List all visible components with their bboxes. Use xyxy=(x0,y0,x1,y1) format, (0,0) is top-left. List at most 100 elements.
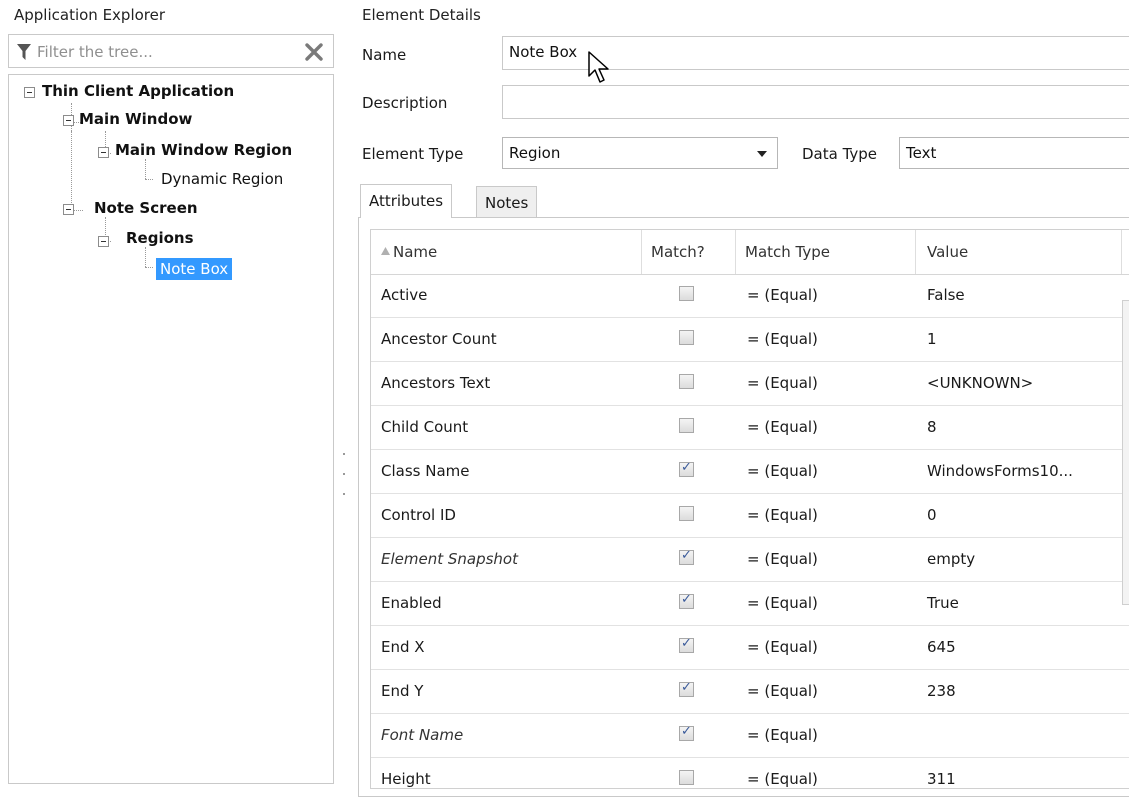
element-type-value: Region xyxy=(509,144,561,162)
data-type-dropdown[interactable]: Text xyxy=(899,137,1129,169)
element-type-dropdown[interactable]: Region xyxy=(502,137,778,169)
table-row[interactable]: Height = (Equal) 311 xyxy=(371,758,1129,788)
attribute-name: Class Name xyxy=(381,462,470,480)
tree-filter-box xyxy=(8,34,334,68)
match-checkbox[interactable] xyxy=(679,724,694,741)
match-type-cell[interactable]: = (Equal) xyxy=(747,462,818,480)
attribute-name: Control ID xyxy=(381,506,456,524)
column-header-match-type[interactable]: Match Type xyxy=(745,243,830,261)
description-field[interactable] xyxy=(502,85,1129,119)
tree-node-main-window-region[interactable]: Main Window Region xyxy=(115,141,329,159)
match-checkbox[interactable] xyxy=(679,374,694,389)
attribute-value[interactable]: <UNKNOWN> xyxy=(927,374,1033,392)
tree-node-regions[interactable]: Regions xyxy=(126,229,194,247)
attribute-value[interactable]: 8 xyxy=(927,418,937,436)
tree-node-note-box[interactable]: Note Box xyxy=(156,258,233,280)
attribute-name: Ancestors Text xyxy=(381,374,491,392)
table-row[interactable]: Class Name = (Equal) WindowsForms10... xyxy=(371,450,1129,494)
match-checkbox[interactable] xyxy=(679,636,694,653)
match-checkbox[interactable] xyxy=(679,418,694,433)
match-checkbox[interactable] xyxy=(679,770,694,785)
match-type-cell[interactable]: = (Equal) xyxy=(747,286,818,304)
attribute-name: Font Name xyxy=(381,726,464,744)
match-checkbox[interactable] xyxy=(679,286,694,301)
element-type-label: Element Type xyxy=(362,145,464,163)
attribute-name: Enabled xyxy=(381,594,442,612)
name-label: Name xyxy=(362,46,407,64)
table-row[interactable]: Element Snapshot = (Equal) empty xyxy=(371,538,1129,582)
match-checkbox[interactable] xyxy=(679,506,694,521)
match-checkbox[interactable] xyxy=(679,680,694,697)
attribute-name: End Y xyxy=(381,682,424,700)
table-row[interactable]: End Y = (Equal) 238 xyxy=(371,670,1129,714)
match-type-cell[interactable]: = (Equal) xyxy=(747,330,818,348)
table-row[interactable]: Ancestor Count = (Equal) 1 xyxy=(371,318,1129,362)
column-header-value[interactable]: Value xyxy=(927,243,968,261)
tree-filter-input[interactable] xyxy=(35,40,289,64)
tree-collapse-toggle[interactable] xyxy=(98,236,109,247)
match-type-cell[interactable]: = (Equal) xyxy=(747,770,818,788)
match-checkbox[interactable] xyxy=(679,592,694,609)
attribute-value[interactable]: 238 xyxy=(927,682,956,700)
panel-splitter[interactable] xyxy=(343,453,347,497)
table-row[interactable]: Ancestors Text = (Equal) <UNKNOWN> xyxy=(371,362,1129,406)
attribute-name: Active xyxy=(381,286,428,304)
table-row[interactable]: Font Name = (Equal) xyxy=(371,714,1129,758)
attribute-value[interactable]: True xyxy=(927,594,959,612)
tree-collapse-toggle[interactable] xyxy=(24,87,35,98)
attribute-name: End X xyxy=(381,638,425,656)
filter-icon xyxy=(17,44,31,60)
attribute-value[interactable]: empty xyxy=(927,550,975,568)
table-row[interactable]: Enabled = (Equal) True xyxy=(371,582,1129,626)
match-type-cell[interactable]: = (Equal) xyxy=(747,506,818,524)
attribute-name: Ancestor Count xyxy=(381,330,497,348)
match-type-cell[interactable]: = (Equal) xyxy=(747,374,818,392)
grid-header: Name Match? Match Type Value xyxy=(371,230,1129,275)
match-checkbox[interactable] xyxy=(679,460,694,477)
attribute-name: Element Snapshot xyxy=(381,550,518,568)
table-row[interactable]: Control ID = (Equal) 0 xyxy=(371,494,1129,538)
column-header-match[interactable]: Match? xyxy=(651,243,705,261)
column-header-name[interactable]: Name xyxy=(393,243,437,261)
tree-node-main-window[interactable]: Main Window xyxy=(79,110,192,128)
attribute-name: Child Count xyxy=(381,418,469,436)
match-type-cell[interactable]: = (Equal) xyxy=(747,726,818,744)
match-type-cell[interactable]: = (Equal) xyxy=(747,594,818,612)
name-field[interactable]: Note Box xyxy=(502,36,1129,70)
tree-collapse-toggle[interactable] xyxy=(63,204,74,215)
tree-collapse-toggle[interactable] xyxy=(63,115,74,126)
table-row[interactable]: Active = (Equal) False xyxy=(371,274,1129,318)
attribute-value[interactable]: False xyxy=(927,286,965,304)
match-type-cell[interactable]: = (Equal) xyxy=(747,418,818,436)
tree-node-dynamic-region[interactable]: Dynamic Region xyxy=(161,170,283,188)
description-label: Description xyxy=(362,94,448,112)
attribute-value[interactable]: WindowsForms10... xyxy=(927,462,1073,480)
data-type-label: Data Type xyxy=(802,145,878,163)
table-row[interactable]: End X = (Equal) 645 xyxy=(371,626,1129,670)
match-type-cell[interactable]: = (Equal) xyxy=(747,638,818,656)
match-type-cell[interactable]: = (Equal) xyxy=(747,550,818,568)
tree-node-thin-client-application[interactable]: Thin Client Application xyxy=(42,82,234,100)
attribute-value[interactable]: 645 xyxy=(927,638,956,656)
match-type-cell[interactable]: = (Equal) xyxy=(747,682,818,700)
table-row[interactable]: Child Count = (Equal) 8 xyxy=(371,406,1129,450)
application-explorer-title: Application Explorer xyxy=(14,6,166,24)
sort-ascending-icon xyxy=(381,247,390,255)
data-type-value: Text xyxy=(906,144,937,162)
match-checkbox[interactable] xyxy=(679,548,694,565)
application-tree: Thin Client Application Main Window Main… xyxy=(8,74,334,784)
tab-attributes[interactable]: Attributes xyxy=(360,184,453,218)
attributes-grid: Name Match? Match Type Value Active = (Eq… xyxy=(370,229,1129,789)
tab-notes[interactable]: Notes xyxy=(476,186,538,217)
chevron-down-icon xyxy=(757,151,767,157)
attribute-value[interactable]: 0 xyxy=(927,506,937,524)
tree-node-note-screen[interactable]: Note Screen xyxy=(94,199,198,217)
attribute-value[interactable]: 311 xyxy=(927,770,956,788)
tree-collapse-toggle[interactable] xyxy=(98,147,109,158)
attribute-value[interactable]: 1 xyxy=(927,330,937,348)
match-checkbox[interactable] xyxy=(679,330,694,345)
attribute-name: Height xyxy=(381,770,431,788)
clear-filter-icon[interactable] xyxy=(305,43,323,61)
grid-vertical-scrollbar[interactable] xyxy=(1122,300,1129,605)
element-details-title: Element Details xyxy=(362,6,481,24)
